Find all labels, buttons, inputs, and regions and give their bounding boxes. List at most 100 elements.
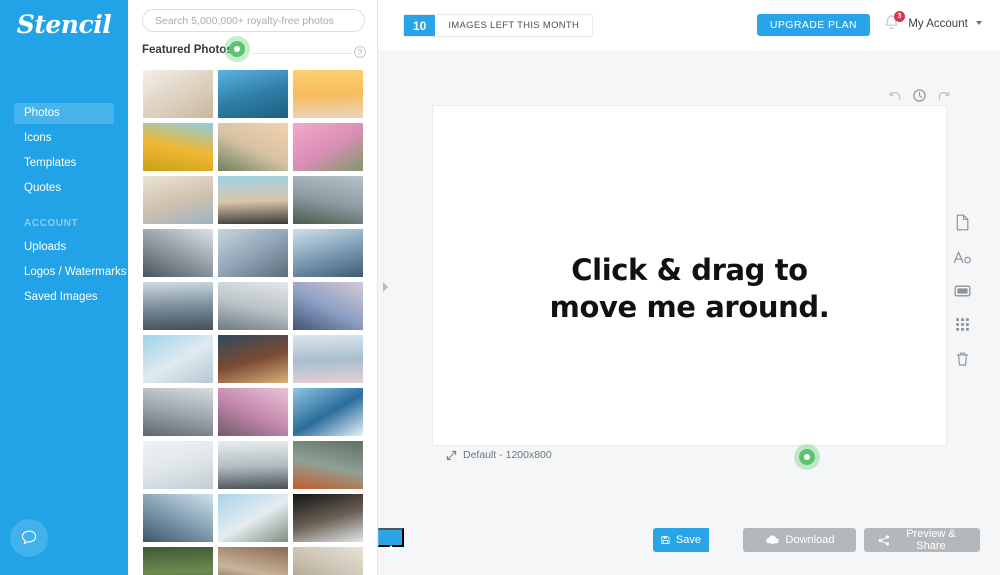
featured-photos-header: Featured Photos ? bbox=[142, 44, 366, 62]
photo-thumbnail-image bbox=[218, 494, 288, 542]
onboarding-dot-featured[interactable] bbox=[224, 36, 250, 62]
grid-icon bbox=[956, 318, 969, 331]
photo-thumbnail-image bbox=[143, 229, 213, 277]
action-button-bar: Save Download Preview & Share bbox=[378, 528, 1000, 552]
photo-thumbnail[interactable] bbox=[293, 282, 363, 330]
photo-thumbnail-image bbox=[218, 388, 288, 436]
photo-thumbnail[interactable] bbox=[218, 494, 288, 542]
tool-text[interactable] bbox=[953, 250, 972, 265]
photo-thumbnail-image bbox=[143, 176, 213, 224]
photo-thumbnail[interactable] bbox=[218, 229, 288, 277]
photo-grid-row bbox=[143, 547, 363, 575]
photo-thumbnail-image bbox=[143, 335, 213, 383]
photo-thumbnail-image bbox=[143, 123, 213, 171]
sidebar-account-heading: ACCOUNT bbox=[24, 218, 79, 229]
download-button[interactable]: Download bbox=[743, 528, 856, 552]
photo-thumbnail[interactable] bbox=[143, 70, 213, 118]
top-toolbar: 10 IMAGES LEFT THIS MONTH UPGRADE PLAN 3… bbox=[378, 0, 1000, 50]
save-button[interactable]: Save bbox=[653, 528, 709, 552]
sidebar-item-photos[interactable]: Photos bbox=[14, 103, 114, 124]
design-canvas[interactable]: Click & drag to move me around. bbox=[433, 106, 946, 445]
panel-expand-toggle[interactable] bbox=[378, 262, 392, 314]
photo-thumbnail[interactable] bbox=[293, 335, 363, 383]
photo-thumbnail[interactable] bbox=[143, 335, 213, 383]
question-mark-icon[interactable]: ? bbox=[354, 46, 366, 58]
canvas-size-info[interactable]: Default - 1200x800 bbox=[446, 449, 552, 461]
photo-thumbnail[interactable] bbox=[293, 176, 363, 224]
help-chat-button[interactable] bbox=[10, 519, 48, 557]
photo-thumbnail[interactable] bbox=[293, 441, 363, 489]
canvas-size-label: Default - 1200x800 bbox=[463, 449, 552, 461]
photo-thumbnail[interactable] bbox=[143, 282, 213, 330]
photo-thumbnail-image bbox=[143, 282, 213, 330]
upgrade-plan-button[interactable]: UPGRADE PLAN bbox=[756, 14, 870, 36]
tool-grid[interactable] bbox=[955, 317, 970, 332]
page-icon bbox=[956, 214, 969, 231]
sidebar-item-uploads[interactable]: Uploads bbox=[14, 237, 114, 258]
history-controls bbox=[888, 88, 951, 103]
preview-share-button[interactable]: Preview & Share bbox=[864, 528, 980, 552]
photo-thumbnail-image bbox=[293, 123, 363, 171]
photo-thumbnail[interactable] bbox=[293, 70, 363, 118]
editor-workspace: 10 IMAGES LEFT THIS MONTH UPGRADE PLAN 3… bbox=[378, 0, 1000, 575]
photo-thumbnail[interactable] bbox=[218, 282, 288, 330]
featured-photos-label[interactable]: Featured Photos bbox=[142, 44, 233, 56]
photo-thumbnail-image bbox=[293, 176, 363, 224]
photo-thumbnail[interactable] bbox=[143, 547, 213, 575]
photo-thumbnail[interactable] bbox=[218, 388, 288, 436]
tool-frame[interactable] bbox=[954, 284, 971, 298]
preview-share-button-label: Preview & Share bbox=[906, 528, 956, 552]
photo-thumbnail-image bbox=[218, 547, 288, 575]
sidebar-item-logos-watermarks[interactable]: Logos / Watermarks bbox=[14, 262, 126, 283]
account-menu-button[interactable]: My Account bbox=[908, 18, 982, 30]
undo-button[interactable] bbox=[888, 89, 902, 103]
app-logo[interactable]: Stencil bbox=[0, 10, 128, 39]
photo-thumbnail-image bbox=[293, 441, 363, 489]
sidebar-item-icons[interactable]: Icons bbox=[14, 128, 114, 149]
chevron-down-icon bbox=[976, 21, 982, 25]
photo-thumbnail-image bbox=[218, 282, 288, 330]
stencil-app: Stencil Photos Icons Templates Quotes ACCOU… bbox=[0, 0, 1000, 575]
photo-thumbnail[interactable] bbox=[218, 441, 288, 489]
photo-thumbnail[interactable] bbox=[293, 494, 363, 542]
photo-grid-row bbox=[143, 494, 363, 542]
save-button-label: Save bbox=[675, 534, 701, 546]
photo-thumbnail[interactable] bbox=[218, 176, 288, 224]
sidebar-item-saved-images[interactable]: Saved Images bbox=[14, 287, 114, 308]
header-divider bbox=[252, 53, 352, 54]
photo-grid-row bbox=[143, 335, 363, 383]
photo-thumbnail[interactable] bbox=[218, 123, 288, 171]
sidebar-item-quotes[interactable]: Quotes bbox=[14, 178, 114, 199]
photo-thumbnail[interactable] bbox=[293, 229, 363, 277]
photo-thumbnail[interactable] bbox=[218, 335, 288, 383]
onboarding-dot-canvas[interactable] bbox=[794, 444, 820, 470]
photo-thumbnail[interactable] bbox=[143, 229, 213, 277]
photo-thumbnail-image bbox=[143, 388, 213, 436]
photo-thumbnail-image bbox=[293, 494, 363, 542]
tool-background[interactable] bbox=[955, 214, 970, 231]
photo-thumbnail[interactable] bbox=[143, 441, 213, 489]
history-button[interactable] bbox=[912, 88, 927, 103]
sidebar-item-templates[interactable]: Templates bbox=[14, 153, 114, 174]
redo-button[interactable] bbox=[937, 89, 951, 103]
tool-delete[interactable] bbox=[955, 351, 970, 367]
canvas-text-element[interactable]: Click & drag to move me around. bbox=[433, 252, 946, 326]
photo-thumbnail[interactable] bbox=[293, 123, 363, 171]
photo-thumbnail[interactable] bbox=[293, 547, 363, 575]
photo-thumbnail-image bbox=[143, 494, 213, 542]
left-sidebar: Stencil Photos Icons Templates Quotes ACCOU… bbox=[0, 0, 128, 575]
photo-thumbnail[interactable] bbox=[218, 547, 288, 575]
photo-grid-row bbox=[143, 282, 363, 330]
photo-thumbnail[interactable] bbox=[143, 388, 213, 436]
photo-thumbnail-grid bbox=[143, 70, 363, 575]
quota-label: IMAGES LEFT THIS MONTH bbox=[448, 20, 580, 31]
photo-thumbnail[interactable] bbox=[143, 123, 213, 171]
photo-thumbnail[interactable] bbox=[218, 70, 288, 118]
photo-thumbnail[interactable] bbox=[293, 388, 363, 436]
search-input[interactable] bbox=[142, 9, 365, 32]
trash-icon bbox=[956, 352, 969, 366]
save-options-button[interactable] bbox=[378, 528, 404, 547]
notifications-button[interactable]: 3 bbox=[883, 11, 905, 36]
photo-thumbnail[interactable] bbox=[143, 494, 213, 542]
photo-thumbnail[interactable] bbox=[143, 176, 213, 224]
